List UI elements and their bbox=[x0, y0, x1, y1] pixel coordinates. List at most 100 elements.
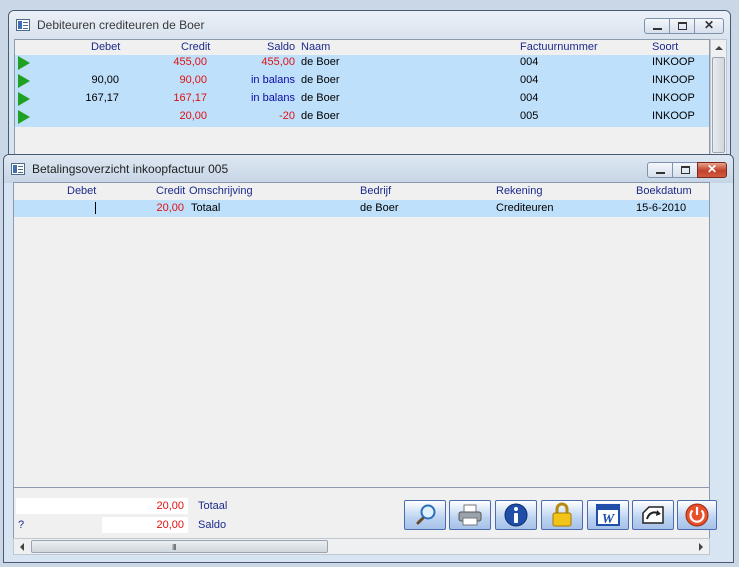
grid-header: Debet Credit Omschrijving Bedrijf Rekeni… bbox=[14, 183, 709, 199]
cell-factuurnummer: 004 bbox=[520, 56, 539, 68]
cell-debet: 167,17 bbox=[85, 92, 119, 104]
cell-naam: de Boer bbox=[301, 92, 340, 104]
table-row[interactable]: 90,00 90,00 in balans de Boer 004 INKOOP bbox=[15, 73, 709, 91]
cell-rekening: Crediteuren bbox=[496, 202, 554, 214]
scroll-right-icon[interactable] bbox=[699, 543, 703, 551]
word-export-button[interactable]: W bbox=[587, 500, 629, 530]
export-button[interactable] bbox=[632, 500, 674, 530]
export-icon bbox=[642, 506, 664, 524]
cell-debet: 90,00 bbox=[91, 74, 119, 86]
col-bedrijf[interactable]: Bedrijf bbox=[360, 185, 391, 197]
scroll-thumb[interactable] bbox=[712, 57, 725, 153]
play-icon[interactable] bbox=[18, 56, 30, 70]
close-button[interactable]: ✕ bbox=[694, 18, 724, 34]
cell-naam: de Boer bbox=[301, 74, 340, 86]
scroll-up-icon[interactable] bbox=[715, 46, 723, 50]
word-icon: W bbox=[596, 504, 620, 527]
maximize-icon bbox=[681, 166, 690, 174]
info-icon bbox=[504, 503, 528, 527]
cell-bedrijf: de Boer bbox=[360, 202, 399, 214]
lock-icon bbox=[552, 502, 572, 527]
cell-omschrijving: Totaal bbox=[191, 202, 221, 214]
minimize-button[interactable] bbox=[644, 18, 670, 34]
scroll-left-icon[interactable] bbox=[20, 543, 24, 551]
cell-factuurnummer: 005 bbox=[520, 110, 539, 122]
magnifier-icon bbox=[416, 504, 436, 525]
col-factuurnummer[interactable]: Factuurnummer bbox=[520, 41, 598, 53]
betalingen-grid: Debet Credit Omschrijving Bedrijf Rekeni… bbox=[13, 182, 710, 488]
close-button[interactable]: ✕ bbox=[697, 162, 727, 178]
cell-naam: de Boer bbox=[301, 110, 340, 122]
horizontal-scrollbar[interactable]: III bbox=[13, 538, 710, 555]
cell-soort: INKOOP bbox=[652, 92, 695, 104]
col-credit[interactable]: Credit bbox=[181, 41, 210, 53]
cell-boekdatum: 15-6-2010 bbox=[636, 202, 687, 214]
cell-factuurnummer: 004 bbox=[520, 74, 539, 86]
quit-button[interactable] bbox=[677, 500, 717, 530]
saldo-label: Saldo bbox=[198, 519, 227, 531]
power-icon bbox=[685, 503, 709, 527]
play-icon[interactable] bbox=[18, 92, 30, 106]
col-rekening[interactable]: Rekening bbox=[496, 185, 542, 197]
cell-credit: 20,00 bbox=[156, 202, 184, 214]
cell-factuurnummer: 004 bbox=[520, 92, 539, 104]
debiteuren-window: Debiteuren crediteuren de Boer ✕ Debet C… bbox=[8, 10, 731, 160]
cell-saldo: -20 bbox=[279, 110, 295, 122]
table-row[interactable]: 20,00 -20 de Boer 005 INKOOP bbox=[15, 109, 709, 127]
title-bar[interactable]: Debiteuren crediteuren de Boer ✕ bbox=[9, 11, 730, 39]
scroll-thumb[interactable]: III bbox=[31, 540, 328, 553]
close-icon: ✕ bbox=[703, 18, 715, 32]
form-icon bbox=[16, 19, 30, 31]
title-bar[interactable]: Betalingsoverzicht inkoopfactuur 005 ✕ bbox=[4, 155, 733, 183]
table-row[interactable]: 455,00 455,00 de Boer 004 INKOOP bbox=[15, 55, 709, 73]
grid-header: Debet Credit Saldo Naam Factuurnummer So… bbox=[15, 40, 709, 55]
window-title: Debiteuren crediteuren de Boer bbox=[37, 18, 205, 32]
totaal-value: 20,00 bbox=[156, 500, 184, 512]
saldo-value: 20,00 bbox=[156, 519, 184, 531]
play-icon[interactable] bbox=[18, 74, 30, 88]
cell-saldo: in balans bbox=[250, 74, 295, 86]
cell-naam: de Boer bbox=[301, 56, 340, 68]
text-caret bbox=[95, 202, 96, 214]
totaal-label: Totaal bbox=[198, 500, 228, 512]
table-row[interactable]: 20,00 Totaal de Boer Crediteuren 15-6-20… bbox=[14, 200, 709, 217]
betalingsoverzicht-window: Betalingsoverzicht inkoopfactuur 005 ✕ D… bbox=[3, 154, 734, 563]
close-icon: ✕ bbox=[706, 162, 718, 176]
print-button[interactable] bbox=[449, 500, 491, 530]
play-icon[interactable] bbox=[18, 110, 30, 124]
printer-icon bbox=[458, 504, 482, 526]
vertical-scrollbar[interactable] bbox=[710, 39, 727, 155]
minimize-icon bbox=[653, 28, 662, 30]
col-boekdatum[interactable]: Boekdatum bbox=[636, 185, 692, 197]
table-row[interactable]: 167,17 167,17 in balans de Boer 004 INKO… bbox=[15, 91, 709, 109]
col-soort[interactable]: Soort bbox=[652, 41, 678, 53]
window-title: Betalingsoverzicht inkoopfactuur 005 bbox=[32, 162, 229, 176]
cell-saldo: 455,00 bbox=[261, 56, 295, 68]
col-naam[interactable]: Naam bbox=[301, 41, 330, 53]
scroll-grip: III bbox=[172, 543, 177, 552]
svg-text:W: W bbox=[602, 512, 616, 527]
cell-credit: 167,17 bbox=[173, 92, 207, 104]
col-saldo[interactable]: Saldo bbox=[267, 41, 295, 53]
col-debet[interactable]: Debet bbox=[67, 185, 96, 197]
col-credit[interactable]: Credit bbox=[156, 185, 185, 197]
form-icon bbox=[11, 163, 25, 175]
info-button[interactable] bbox=[495, 500, 537, 530]
minimize-button[interactable] bbox=[647, 162, 673, 178]
col-debet[interactable]: Debet bbox=[91, 41, 120, 53]
search-button[interactable] bbox=[404, 500, 446, 530]
cell-credit: 90,00 bbox=[179, 74, 207, 86]
cell-saldo: in balans bbox=[250, 92, 295, 104]
maximize-icon bbox=[678, 22, 687, 30]
cell-soort: INKOOP bbox=[652, 74, 695, 86]
cell-credit: 20,00 bbox=[179, 110, 207, 122]
maximize-button[interactable] bbox=[672, 162, 698, 178]
col-omschrijving[interactable]: Omschrijving bbox=[189, 185, 253, 197]
lock-button[interactable] bbox=[541, 500, 583, 530]
question-mark[interactable]: ? bbox=[18, 519, 24, 531]
debiteuren-grid: Debet Credit Saldo Naam Factuurnummer So… bbox=[14, 39, 710, 155]
cell-credit: 455,00 bbox=[173, 56, 207, 68]
maximize-button[interactable] bbox=[669, 18, 695, 34]
minimize-icon bbox=[656, 172, 665, 174]
cell-soort: INKOOP bbox=[652, 56, 695, 68]
